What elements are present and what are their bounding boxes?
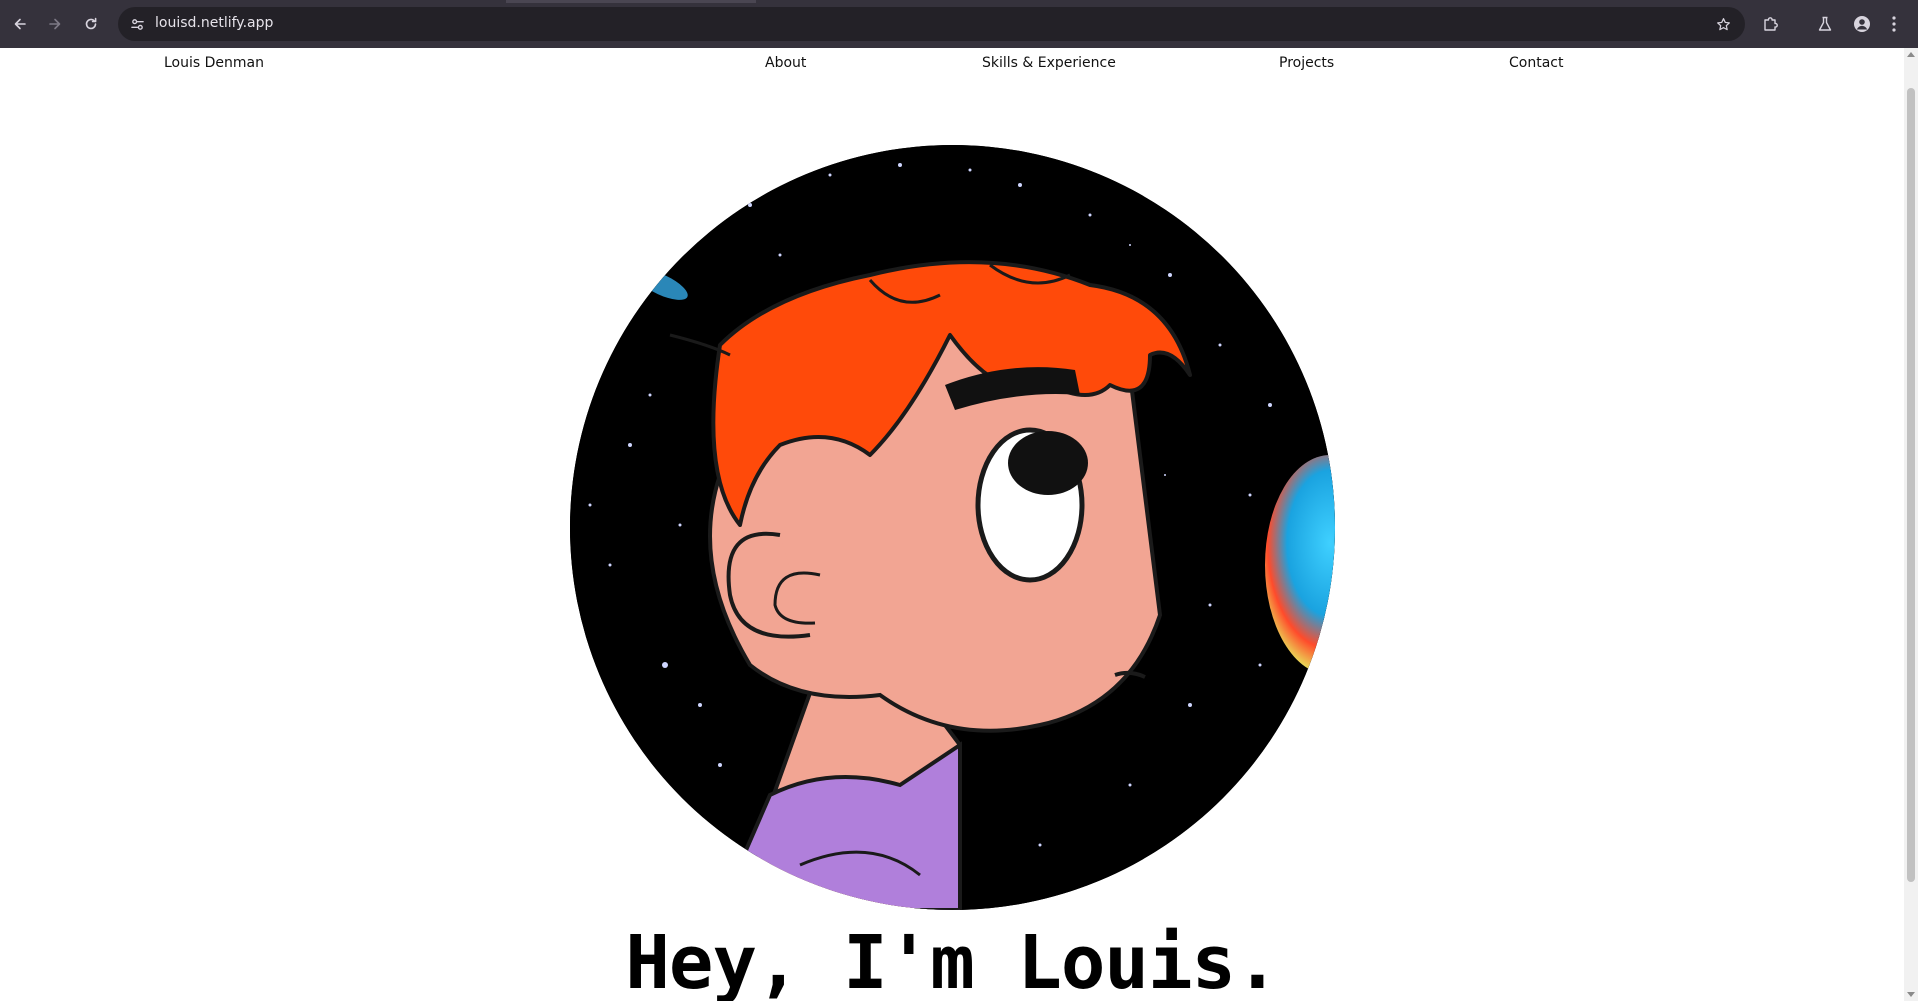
scroll-down-arrow-icon[interactable] bbox=[1907, 992, 1915, 997]
nav-contact[interactable]: Contact bbox=[1509, 55, 1563, 71]
nav-about[interactable]: About bbox=[765, 55, 806, 71]
brand-link[interactable]: Louis Denman bbox=[164, 55, 264, 71]
back-arrow-icon[interactable] bbox=[7, 11, 33, 37]
kebab-menu-icon[interactable] bbox=[1884, 11, 1904, 37]
browser-toolbar: louisd.netlify.app bbox=[0, 0, 1918, 48]
flask-icon[interactable] bbox=[1812, 11, 1838, 37]
puzzle-icon[interactable] bbox=[1758, 11, 1784, 37]
tab-strip-edge bbox=[506, 0, 756, 3]
cartoon-avatar-portrait bbox=[570, 145, 1335, 910]
site-settings-icon[interactable] bbox=[126, 13, 148, 35]
forward-arrow-icon[interactable] bbox=[42, 11, 68, 37]
reload-icon[interactable] bbox=[78, 11, 104, 37]
avatar-illustration bbox=[570, 145, 1335, 910]
hero-heading: Hey, I'm Louis. bbox=[625, 920, 1279, 1001]
page-viewport: Louis Denman About Skills & Experience P… bbox=[0, 48, 1904, 1001]
person-icon[interactable] bbox=[1849, 11, 1875, 37]
scrollbar-thumb[interactable] bbox=[1907, 88, 1915, 882]
nav-skills-experience[interactable]: Skills & Experience bbox=[982, 55, 1116, 71]
nav-projects[interactable]: Projects bbox=[1279, 55, 1334, 71]
page-scrollbar[interactable] bbox=[1904, 48, 1918, 1001]
address-bar[interactable]: louisd.netlify.app bbox=[118, 7, 1745, 41]
scroll-up-arrow-icon[interactable] bbox=[1907, 52, 1915, 57]
url-text[interactable]: louisd.netlify.app bbox=[155, 15, 273, 31]
star-icon[interactable] bbox=[1712, 13, 1734, 35]
